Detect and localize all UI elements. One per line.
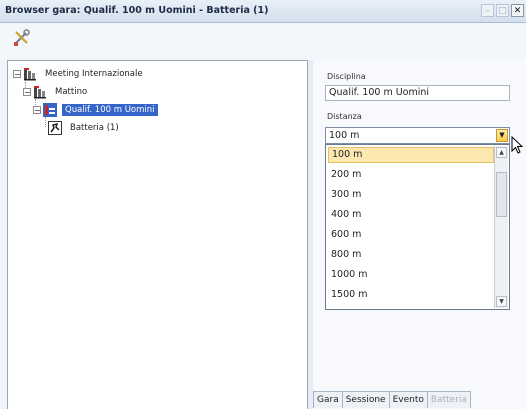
- dropdown-option[interactable]: 200 m: [328, 167, 494, 183]
- window-title: Browser gara: Qualif. 100 m Uomini - Bat…: [5, 5, 269, 16]
- tree-node-label: Batteria (1): [70, 123, 119, 133]
- disciplina-input[interactable]: Qualif. 100 m Uomini: [325, 85, 510, 101]
- tree-node-label: Meeting Internazionale: [45, 69, 143, 79]
- meeting-icon: [24, 68, 36, 81]
- distanza-combo[interactable]: 100 m ▼: [325, 127, 510, 144]
- tree-node-session[interactable]: − Mattino: [23, 84, 90, 100]
- tree-node-meeting[interactable]: − Meeting Internazionale: [13, 66, 146, 82]
- race-tree: − Meeting Internazionale − Mattino − Qua…: [7, 60, 308, 409]
- toolbar: [0, 23, 526, 59]
- title-bar: Browser gara: Qualif. 100 m Uomini - Bat…: [0, 0, 526, 23]
- race-browser-window: Browser gara: Qualif. 100 m Uomini - Bat…: [0, 0, 526, 409]
- close-button[interactable]: ✕: [511, 4, 524, 17]
- detail-tabs: Gara Sessione Evento Batteria: [313, 391, 471, 409]
- distanza-dropdown-list: 100 m 200 m 300 m 400 m 600 m 800 m 1000…: [325, 144, 510, 310]
- collapse-icon[interactable]: −: [23, 88, 31, 97]
- tree-node-label: Qualif. 100 m Uomini: [62, 104, 158, 116]
- scrollbar-thumb[interactable]: [496, 172, 507, 217]
- collapse-icon[interactable]: −: [33, 106, 41, 115]
- dropdown-option[interactable]: 1500 m: [328, 287, 494, 303]
- dropdown-arrow-icon[interactable]: ▼: [496, 129, 508, 142]
- mouse-cursor-icon: [511, 136, 524, 154]
- maximize-button[interactable]: □: [496, 4, 509, 17]
- heat-icon: [48, 121, 62, 135]
- detail-panel: Disciplina Qualif. 100 m Uomini Distanza…: [313, 60, 526, 409]
- dropdown-option[interactable]: 100 m: [328, 147, 494, 163]
- distanza-label: Distanza: [327, 112, 362, 121]
- minimize-button[interactable]: –: [481, 4, 494, 17]
- tree-node-label: Mattino: [55, 87, 88, 97]
- dropdown-option[interactable]: 600 m: [328, 227, 494, 243]
- distanza-selected-value: 100 m: [329, 130, 360, 141]
- tab-evento[interactable]: Evento: [388, 391, 428, 408]
- dropdown-option[interactable]: 400 m: [328, 207, 494, 223]
- scroll-up-icon[interactable]: ▲: [496, 147, 507, 158]
- tab-gara[interactable]: Gara: [313, 391, 343, 408]
- dropdown-option[interactable]: 1000 m: [328, 267, 494, 283]
- tab-batteria: Batteria: [426, 391, 471, 408]
- tab-sessione[interactable]: Sessione: [341, 391, 390, 408]
- window-controls: – □ ✕: [481, 4, 524, 17]
- dropdown-option[interactable]: 300 m: [328, 187, 494, 203]
- tools-icon[interactable]: [12, 28, 32, 48]
- event-icon: [43, 103, 57, 117]
- dropdown-option[interactable]: 800 m: [328, 247, 494, 263]
- disciplina-label: Disciplina: [327, 72, 366, 81]
- tree-node-event[interactable]: − Qualif. 100 m Uomini: [33, 102, 158, 118]
- scroll-down-icon[interactable]: ▼: [496, 296, 507, 307]
- session-icon: [34, 86, 46, 99]
- collapse-icon[interactable]: −: [13, 70, 21, 79]
- tree-node-heat[interactable]: Batteria (1): [48, 120, 122, 136]
- dropdown-scrollbar[interactable]: ▲ ▼: [494, 146, 508, 308]
